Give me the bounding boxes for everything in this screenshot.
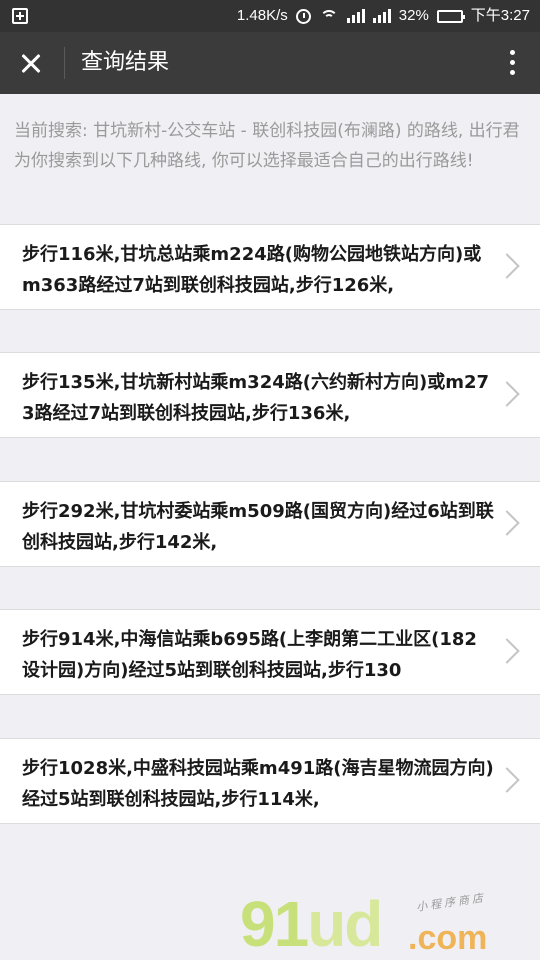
route-item[interactable]: 步行292米,甘坑村委站乘m509路(国贸方向)经过6站到联创科技园站,步行14… [0,481,540,567]
route-item[interactable]: 步行1028米,中盛科技园站乘m491路(海吉星物流园方向)经过5站到联创科技园… [0,738,540,824]
close-icon[interactable] [10,43,52,83]
header-bar: 查询结果 [0,32,540,94]
chevron-right-icon [494,253,520,279]
watermark-tagline: 小程序商店 [415,891,487,914]
signal-icon [346,9,365,23]
chevron-right-icon [494,767,520,793]
route-item[interactable]: 步行135米,甘坑新村站乘m324路(六约新村方向)或m273路经过7站到联创科… [0,352,540,438]
route-description: 步行116米,甘坑总站乘m224路(购物公园地铁站方向)或m363路经过7站到联… [22,244,482,296]
route-description: 步行135米,甘坑新村站乘m324路(六约新村方向)或m273路经过7站到联创科… [22,372,489,424]
status-bar: 1.48K/s 32% 下午3:27 [0,0,540,32]
chevron-right-icon [494,510,520,536]
notification-icon [12,8,28,24]
route-item[interactable]: 步行116米,甘坑总站乘m224路(购物公园地铁站方向)或m363路经过7站到联… [0,224,540,310]
route-description: 步行914米,中海信站乘b695路(上李朗第二工业区(182设计园)方向)经过5… [22,629,477,681]
watermark-brand: 91ud [240,888,383,960]
battery-icon [436,9,465,23]
status-bar-right: 1.48K/s 32% 下午3:27 [237,6,530,26]
route-description: 步行1028米,中盛科技园站乘m491路(海吉星物流园方向)经过5站到联创科技园… [22,758,494,810]
chevron-right-icon [494,638,520,664]
watermark-domain: .com [408,919,488,957]
watermark-logo: 91ud .com 小程序商店 [240,888,540,960]
network-speed: 1.48K/s [236,7,288,24]
wifi-icon [319,8,339,24]
clock-time: 下午3:27 [470,7,530,24]
route-item[interactable]: 步行914米,中海信站乘b695路(上李朗第二工业区(182设计园)方向)经过5… [0,609,540,695]
header-divider [64,47,65,79]
search-summary-text: 当前搜索: 甘坑新村-公交车站 - 联创科技园(布澜路) 的路线, 出行君为你搜… [14,121,520,171]
battery-percent: 32% [398,7,429,24]
signal-icon [372,9,391,23]
more-vertical-icon[interactable] [504,47,520,79]
route-description: 步行292米,甘坑村委站乘m509路(国贸方向)经过6站到联创科技园站,步行14… [22,501,494,553]
alarm-icon [295,8,311,24]
chevron-right-icon [494,381,520,407]
page-title: 查询结果 [81,50,170,75]
